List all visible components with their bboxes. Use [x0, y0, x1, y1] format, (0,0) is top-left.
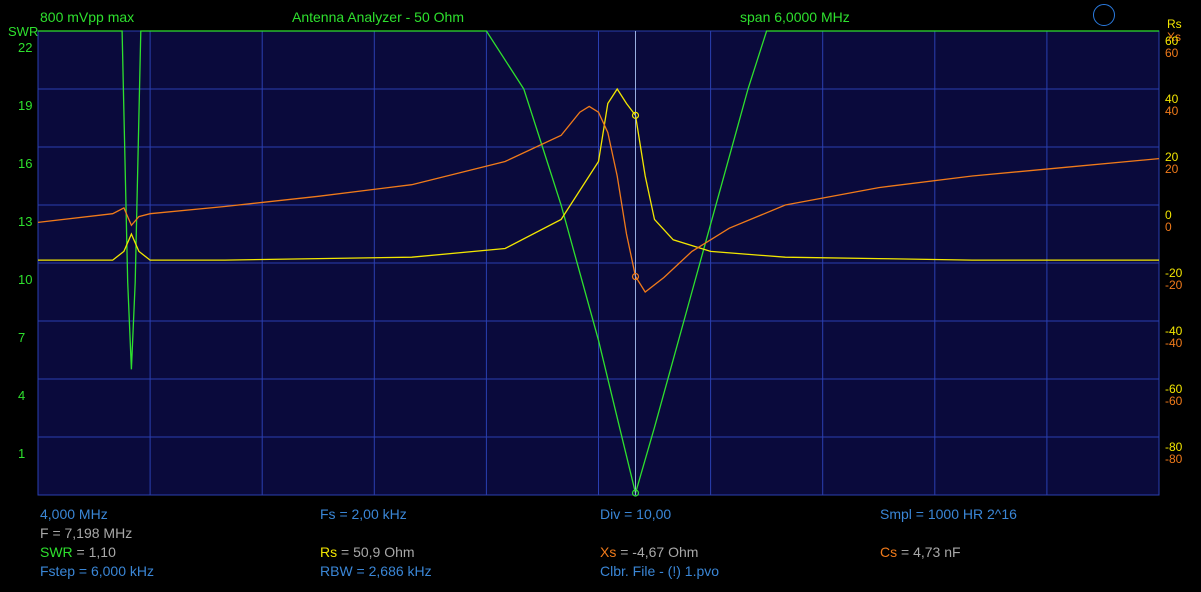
rs-readout-value: = 50,9 Ohm: [337, 544, 415, 560]
xs-tick-label: -80: [1165, 452, 1183, 466]
cs-readout-value: = 4,73 nF: [897, 544, 961, 560]
xs-tick-label: -40: [1165, 336, 1183, 350]
rbw-readout: RBW = 2,686 kHz: [320, 563, 432, 579]
swr-readout-label: SWR: [40, 544, 73, 560]
swr-tick-label: 4: [18, 388, 26, 403]
record-indicator-icon[interactable]: [1093, 4, 1115, 26]
fs-readout: Fs = 2,00 kHz: [320, 506, 407, 522]
swr-readout-value: = 1,10: [72, 544, 116, 560]
xs-tick-label: -20: [1165, 278, 1183, 292]
fstep-readout: Fstep = 6,000 kHz: [40, 563, 155, 579]
cursor-frequency: F = 7,198 MHz: [40, 525, 133, 541]
swr-tick-label: 13: [18, 214, 33, 229]
xs-readout-value: = -4,67 Ohm: [616, 544, 699, 560]
cs-readout-label: Cs: [880, 544, 898, 560]
xs-tick-label: 20: [1165, 162, 1179, 176]
rs-readout: Rs = 50,9 Ohm: [320, 544, 415, 560]
rs-readout-label: Rs: [320, 544, 338, 560]
swr-tick-label: 19: [18, 98, 33, 113]
amplitude-label: 800 mVpp max: [40, 9, 135, 25]
swr-readout: SWR = 1,10: [40, 544, 116, 560]
cs-readout: Cs = 4,73 nF: [880, 544, 961, 560]
sampling-readout: Smpl = 1000 HR 2^16: [880, 506, 1017, 522]
rs-axis-title: Rs: [1167, 17, 1182, 31]
swr-tick-label: 1: [18, 446, 26, 461]
swr-tick-label: 7: [18, 330, 26, 345]
analyzer-plot: [37, 30, 1160, 497]
swr-tick-label: 10: [18, 272, 33, 287]
start-frequency: 4,000 MHz: [40, 506, 108, 522]
swr-tick-label: 22: [18, 40, 33, 55]
mode-title: Antenna Analyzer - 50 Ohm: [292, 9, 464, 25]
xs-readout-label: Xs: [600, 544, 617, 560]
xs-tick-label: 0: [1165, 220, 1172, 234]
xs-tick-label: 40: [1165, 104, 1179, 118]
calibration-file[interactable]: Clbr. File - (!) 1.pvo: [600, 563, 719, 579]
swr-axis-title: SWR: [8, 24, 39, 39]
xs-tick-label: 60: [1165, 46, 1179, 60]
xs-tick-label: -60: [1165, 394, 1183, 408]
swr-tick-label: 16: [18, 156, 33, 171]
xs-readout: Xs = -4,67 Ohm: [600, 544, 698, 560]
div-readout: Div = 10,00: [600, 506, 672, 522]
span-label: span 6,0000 MHz: [740, 9, 850, 25]
